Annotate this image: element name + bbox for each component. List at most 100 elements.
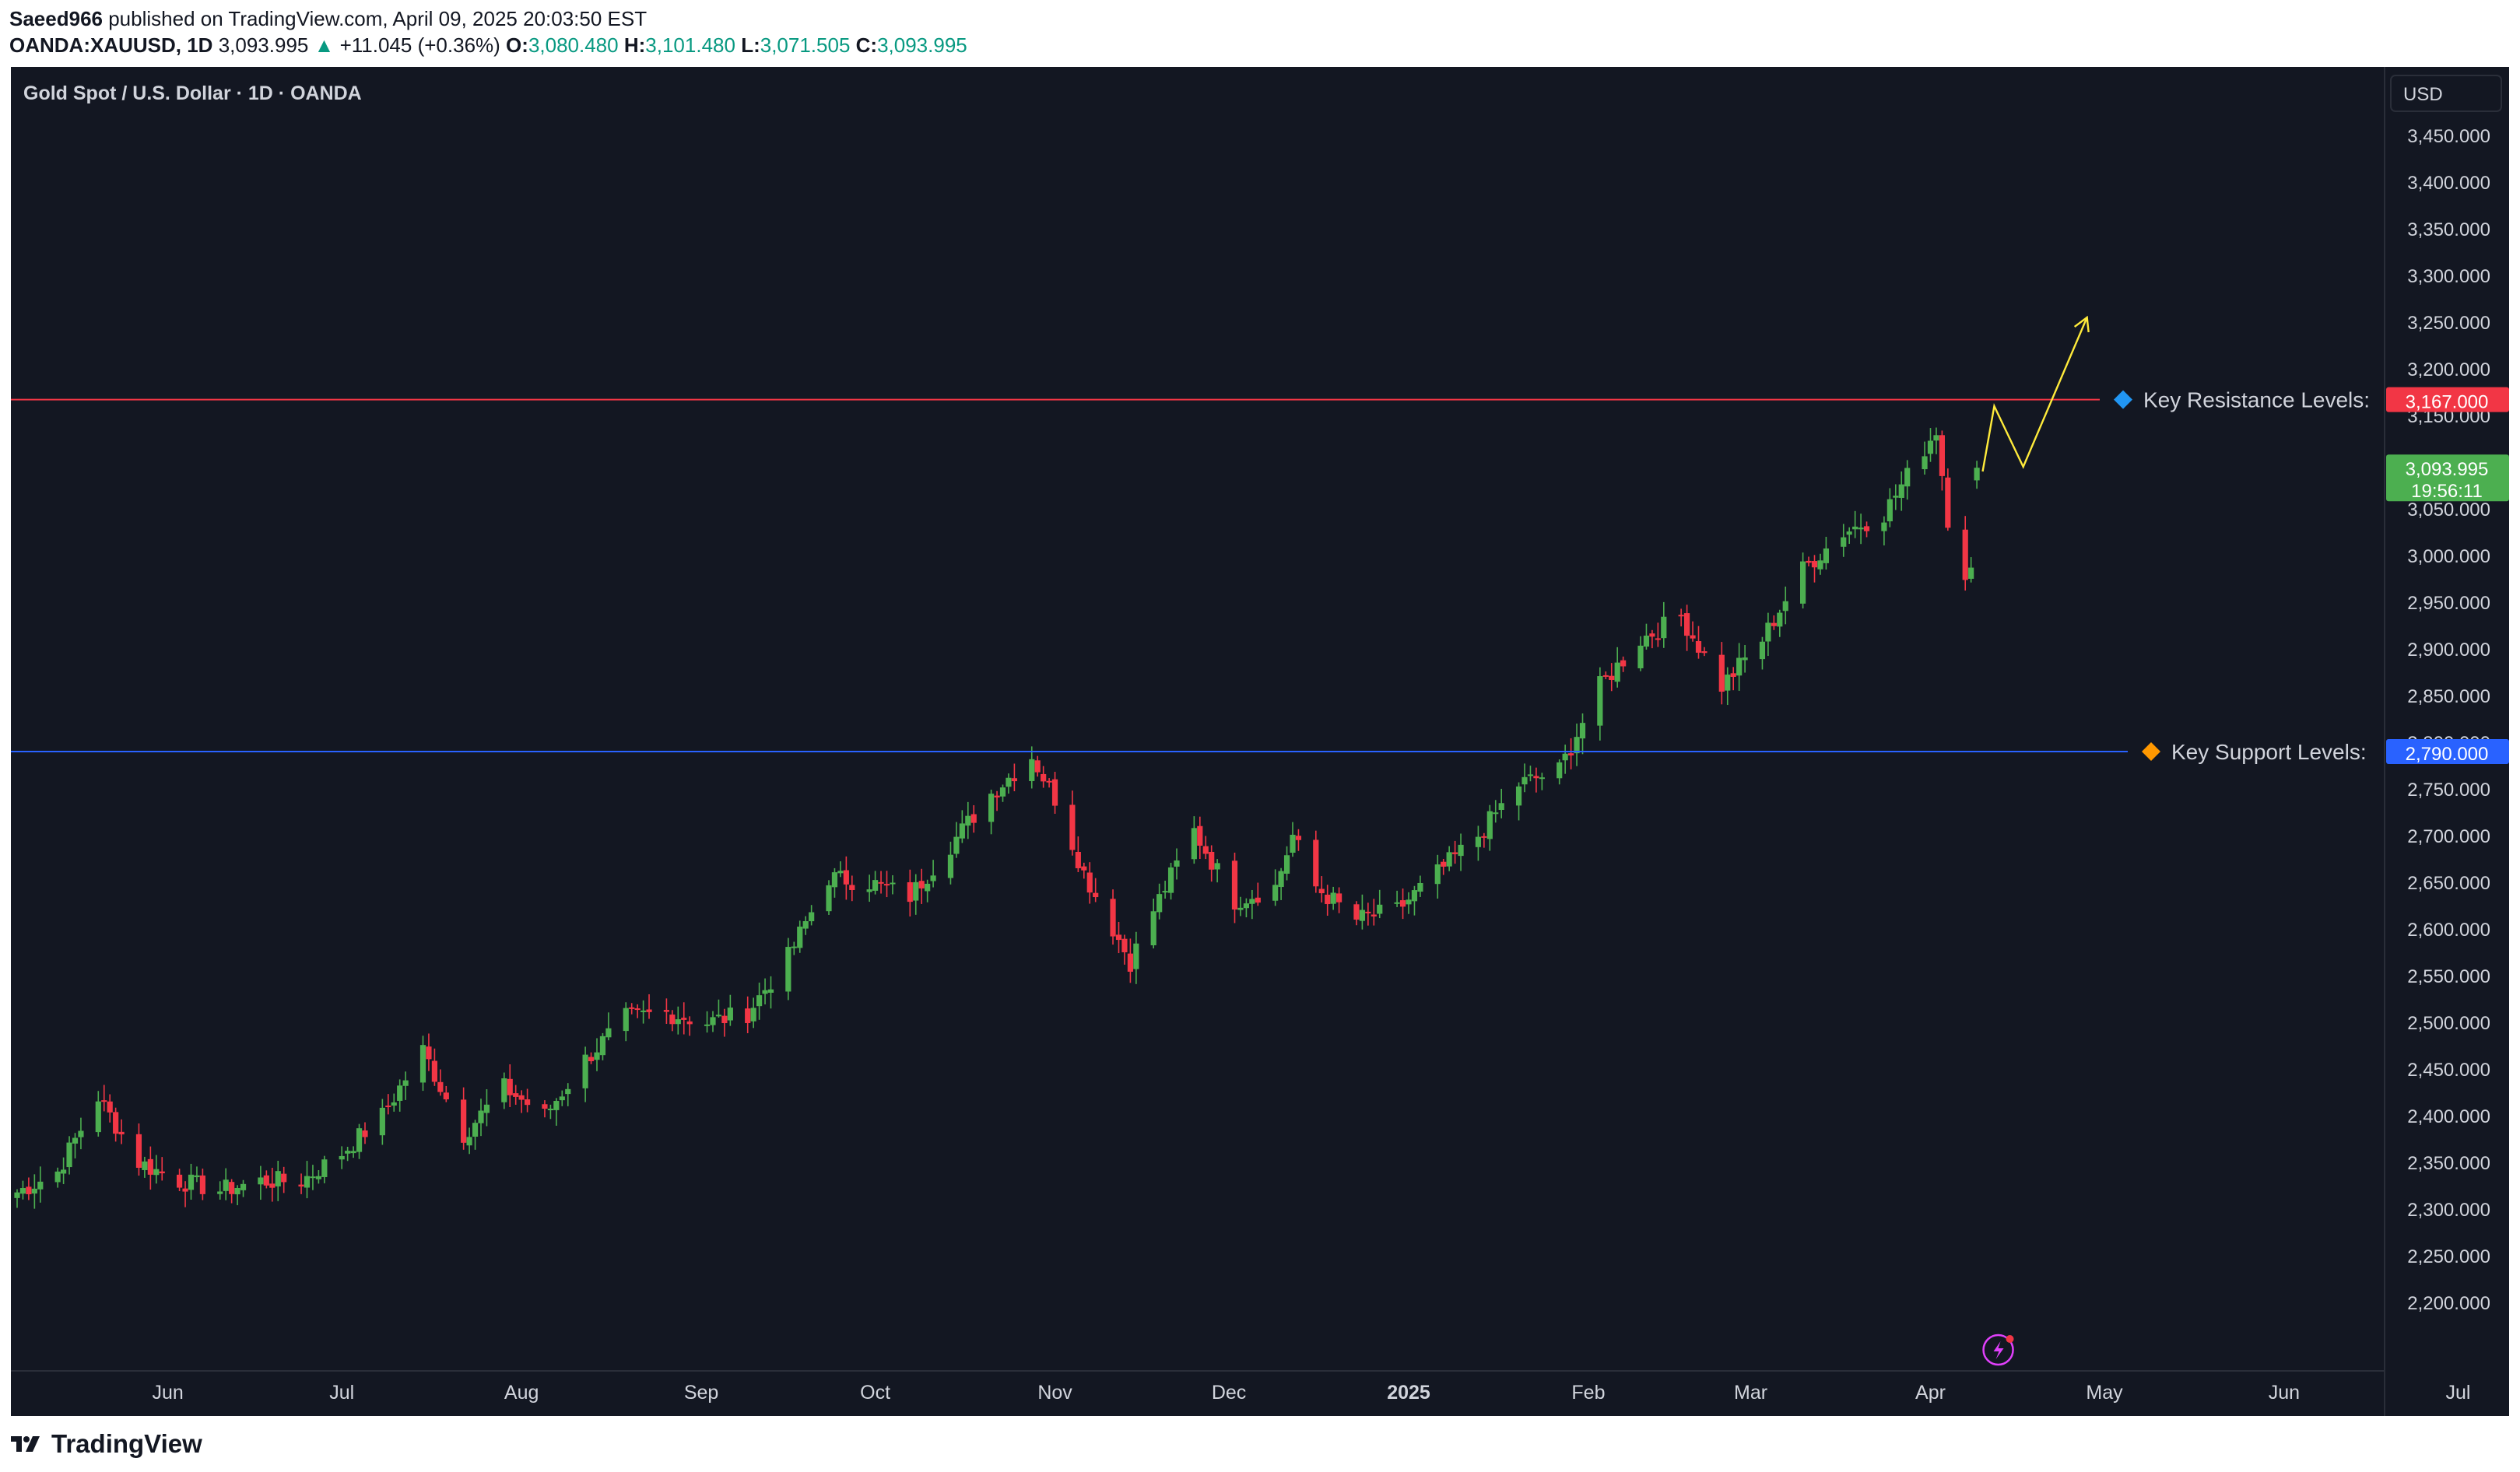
candle-body	[501, 1078, 507, 1102]
candle-body	[466, 1137, 472, 1146]
symbol-label[interactable]: OANDA:XAUUSD, 1D	[9, 33, 212, 57]
candle-body	[1249, 899, 1255, 904]
candle-body	[542, 1104, 548, 1109]
last-price-tag-text: 19:56:11	[2411, 481, 2483, 502]
candle-body	[426, 1046, 432, 1060]
price-tick-label: 3,450.000	[2407, 126, 2490, 147]
candle-body	[472, 1123, 479, 1137]
candle-body	[1255, 897, 1261, 903]
price-tick-label: 3,050.000	[2407, 499, 2490, 520]
candle-body	[1893, 496, 1899, 498]
candle-body	[1782, 601, 1788, 612]
candle-body	[339, 1155, 345, 1160]
candle-body	[1283, 855, 1290, 874]
candle-body	[1620, 660, 1627, 667]
candle-body	[715, 1015, 722, 1017]
candle-body	[1231, 860, 1238, 910]
last-price-tag-text: 3,093.995	[2406, 459, 2489, 480]
candle-body	[1318, 888, 1325, 894]
candle-body	[930, 875, 936, 881]
candle-body	[26, 1186, 32, 1195]
candle-body	[1394, 902, 1400, 904]
candle-body	[1515, 786, 1522, 806]
candle-body	[623, 1008, 629, 1032]
author-name[interactable]: Saeed966	[9, 7, 103, 30]
candle-body	[72, 1137, 79, 1144]
candle-body	[681, 1018, 687, 1020]
candle-body	[1197, 825, 1203, 846]
candle-body	[66, 1142, 72, 1168]
candle-body	[1011, 778, 1017, 782]
chart-legend-title: Gold Spot / U.S. Dollar · 1D · OANDA	[23, 82, 362, 104]
candle-body	[1597, 676, 1603, 726]
candle-body	[756, 995, 763, 1007]
candle-body	[809, 912, 815, 922]
candle-body	[419, 1045, 426, 1083]
candle-body	[1086, 872, 1093, 893]
candle-body	[1174, 860, 1180, 867]
candle-body	[634, 1008, 641, 1011]
candle-body	[1939, 435, 1945, 476]
resistance-price-tag-text: 3,167.000	[2406, 392, 2489, 413]
candle-body	[1736, 657, 1743, 676]
candle-body	[1684, 613, 1690, 636]
candle-body	[1974, 468, 1980, 481]
candle-body	[1730, 673, 1736, 677]
candle-body	[994, 795, 1000, 797]
price-tick-label: 2,750.000	[2407, 780, 2490, 801]
candle-body	[1695, 641, 1702, 653]
chart-frame[interactable]: Key Resistance Levels: Key Support Levels…	[11, 67, 2509, 1416]
candle-body	[188, 1174, 195, 1190]
candle-body	[1353, 904, 1360, 920]
candle-body	[1823, 548, 1829, 563]
support-label: Key Support Levels:	[2171, 740, 2367, 764]
candle-body	[1649, 633, 1655, 637]
price-tick-label: 3,350.000	[2407, 219, 2490, 240]
candle-body	[1922, 456, 1928, 470]
currency-button[interactable]: USD	[2390, 75, 2502, 112]
candle-body	[321, 1159, 328, 1177]
candle-body	[669, 1015, 676, 1025]
candle-body	[223, 1179, 229, 1191]
candle-body	[1127, 953, 1133, 972]
candle-body	[397, 1085, 403, 1101]
candle-body	[767, 989, 774, 993]
price-tick-label: 2,600.000	[2407, 920, 2490, 941]
price-tick-label: 3,300.000	[2407, 266, 2490, 287]
candle-body	[1858, 527, 1864, 530]
candle-body	[553, 1101, 560, 1110]
candle-body	[802, 920, 809, 929]
footer-brand[interactable]: TradingView	[9, 1428, 202, 1460]
price-tick-label: 2,500.000	[2407, 1013, 2490, 1034]
time-tick-label: Apr	[1915, 1382, 1946, 1404]
candle-body	[269, 1183, 276, 1188]
candle-body	[1093, 892, 1099, 898]
time-tick-label: Oct	[860, 1382, 890, 1404]
candle-body	[988, 794, 995, 822]
candle-body	[1527, 774, 1534, 776]
candle-body	[831, 872, 838, 888]
candle-body	[1533, 776, 1539, 779]
candle-body	[1539, 777, 1545, 780]
candle-body	[1493, 812, 1499, 815]
candle-body	[19, 1188, 26, 1194]
resistance-label: Key Resistance Levels:	[2143, 388, 2370, 412]
candle-body	[1568, 753, 1574, 755]
candle-body	[641, 1010, 647, 1012]
last-price: 3,093.995	[218, 33, 309, 57]
candle-body	[356, 1128, 363, 1152]
high-label: H:	[623, 33, 646, 57]
candle-body	[1765, 622, 1771, 642]
candle-body	[1852, 526, 1858, 530]
candle-body	[1069, 804, 1076, 850]
candle-body	[1417, 882, 1423, 892]
price-change: +11.045 (+0.36%)	[339, 33, 500, 57]
candlestick-chart[interactable]: Key Resistance Levels: Key Support Levels…	[11, 67, 2509, 1416]
price-tick-label: 2,650.000	[2407, 873, 2490, 894]
candle-body	[1968, 567, 1974, 579]
candle-body	[883, 884, 890, 886]
event-dot	[2006, 1335, 2014, 1343]
candle-body	[1365, 911, 1371, 913]
candle-body	[1475, 836, 1481, 847]
candle-body	[1191, 828, 1197, 860]
